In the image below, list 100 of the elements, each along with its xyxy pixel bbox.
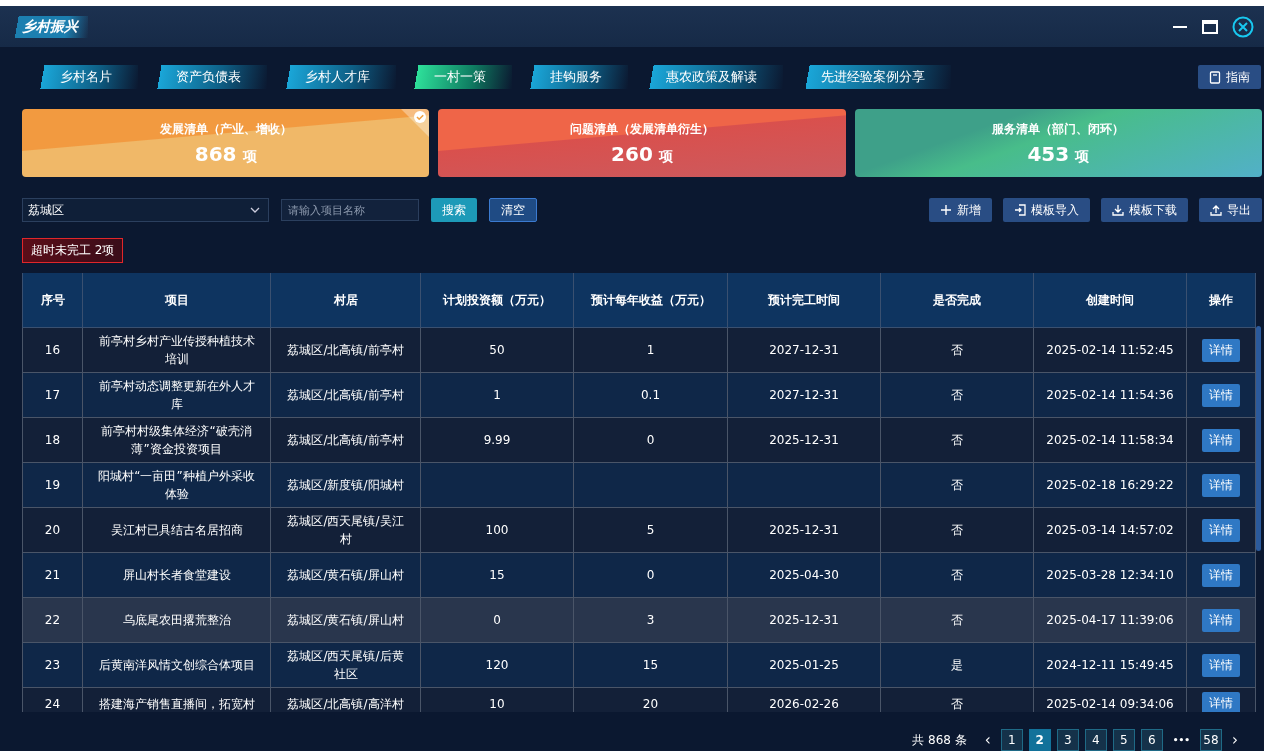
table-cell: 否	[880, 552, 1034, 598]
table-cell: 2025-01-25	[727, 642, 881, 688]
table-cell: 否	[880, 507, 1034, 553]
total-count: 共 868 条	[912, 731, 967, 749]
table-cell: 否	[880, 687, 1034, 712]
overdue-badge: 超时未完工 2项	[22, 238, 124, 263]
table-cell: 0.1	[573, 372, 728, 418]
column-header: 计划投资额（万元）	[420, 273, 574, 328]
table-cell: 否	[880, 372, 1034, 418]
table-cell: 2027-12-31	[727, 327, 881, 373]
card-unit: 项	[658, 147, 673, 166]
maximize-icon[interactable]	[1202, 18, 1218, 35]
details-button[interactable]: 详情	[1202, 518, 1240, 542]
table-cell: 否	[880, 327, 1034, 373]
clear-button[interactable]: 清空	[489, 198, 537, 222]
next-page-button[interactable]: ›	[1228, 731, 1242, 749]
book-icon	[1209, 70, 1221, 84]
guide-button[interactable]: 指南	[1198, 65, 1261, 89]
table-cell: 2025-02-14 09:34:06	[1033, 687, 1187, 712]
table-cell: 2025-12-31	[727, 507, 881, 553]
download-button[interactable]: 模板下载	[1101, 198, 1188, 222]
table-cell: 2025-02-14 11:54:36	[1033, 372, 1187, 418]
scrollbar[interactable]	[1256, 326, 1261, 551]
page-button[interactable]: 2	[1028, 729, 1051, 751]
table-cell: 120	[420, 642, 574, 688]
caret-icon	[250, 207, 260, 213]
search-button[interactable]: 搜索	[431, 198, 477, 222]
import-button[interactable]: 模板导入	[1003, 198, 1090, 222]
column-header: 项目	[82, 273, 271, 328]
table-cell: 2026-02-26	[727, 687, 881, 712]
search-field[interactable]: 请输入项目名称	[281, 199, 419, 221]
table-cell: 2025-12-31	[727, 597, 881, 643]
card-title: 发展清单（产业、增收）	[159, 120, 292, 138]
add-button[interactable]: 新增	[929, 198, 992, 222]
table-cell: 荔城区/北高镇/前亭村	[270, 327, 421, 373]
table-cell: 2025-04-17 11:39:06	[1033, 597, 1187, 643]
page-button[interactable]: 6	[1140, 729, 1163, 751]
column-header: 是否完成	[880, 273, 1034, 328]
column-header: 村居	[270, 273, 421, 328]
table-cell: 荔城区/黄石镇/屏山村	[270, 552, 421, 598]
card-unit: 项	[242, 147, 257, 166]
summary-card[interactable]: 问题清单（发展清单衍生） 260 项	[438, 109, 846, 177]
table-cell: 15	[573, 642, 728, 688]
table-cell: 荔城区/北高镇/高洋村	[270, 687, 421, 712]
table-cell: 2025-02-14 11:58:34	[1033, 417, 1187, 463]
details-button[interactable]: 详情	[1202, 428, 1240, 452]
table-cell: 搭建海产销售直播间，拓宽村	[82, 687, 271, 712]
table-cell: 2025-03-14 14:57:02	[1033, 507, 1187, 553]
window-title: 乡村振兴	[14, 15, 88, 38]
card-title: 问题清单（发展清单衍生）	[570, 120, 714, 138]
table-cell: 0	[573, 417, 728, 463]
ellipsis[interactable]: •••	[1168, 735, 1194, 745]
table-cell: 9.99	[420, 417, 574, 463]
table-cell: 24	[22, 687, 83, 712]
table-cell: 2025-03-28 12:34:10	[1033, 552, 1187, 598]
details-button[interactable]: 详情	[1202, 608, 1240, 632]
table-cell: 2025-02-14 11:52:45	[1033, 327, 1187, 373]
card-count: 260	[611, 141, 653, 166]
table-cell: 阳城村“一亩田”种植户外采收体验	[82, 462, 271, 508]
table-cell: 荔城区/新度镇/阳城村	[270, 462, 421, 508]
export-button[interactable]: 导出	[1199, 198, 1262, 222]
table-cell: 2025-04-30	[727, 552, 881, 598]
table-cell: 0	[420, 597, 574, 643]
table-cell: 1	[420, 372, 574, 418]
details-button[interactable]: 详情	[1202, 473, 1240, 497]
table-cell: 荔城区/西天尾镇/后黄社区	[270, 642, 421, 688]
details-button[interactable]: 详情	[1202, 692, 1240, 712]
table-cell: 2027-12-31	[727, 372, 881, 418]
page-button[interactable]: 58	[1200, 729, 1222, 751]
table-cell: 前亭村乡村产业传授种植技术培训	[82, 327, 271, 373]
column-header: 序号	[22, 273, 83, 328]
table-cell: 乌底尾农田撂荒整治	[82, 597, 271, 643]
table-cell: 19	[22, 462, 83, 508]
column-header: 预计完工时间	[727, 273, 881, 328]
table-cell: 16	[22, 327, 83, 373]
table-cell: 否	[880, 597, 1034, 643]
card-count: 453	[1027, 141, 1070, 166]
page-button[interactable]: 5	[1112, 729, 1135, 751]
close-icon[interactable]	[1232, 15, 1254, 38]
page-button[interactable]: 1	[1000, 729, 1023, 751]
details-button[interactable]: 详情	[1202, 653, 1240, 677]
previous-page-button[interactable]: ‹	[980, 731, 995, 749]
table-cell: 10	[420, 687, 574, 712]
details-button[interactable]: 详情	[1202, 338, 1240, 362]
table-cell: 是	[880, 642, 1034, 688]
table-cell: 21	[22, 552, 83, 598]
district-select[interactable]: 荔城区	[22, 198, 269, 222]
table-cell: 20	[22, 507, 83, 553]
page-button[interactable]: 3	[1056, 729, 1079, 751]
details-button[interactable]: 详情	[1202, 383, 1240, 407]
table-cell: 前亭村动态调整更新在外人才库	[82, 372, 271, 418]
table-cell: 0	[573, 552, 728, 598]
table-cell: 50	[420, 327, 574, 373]
column-header: 创建时间	[1033, 273, 1187, 328]
details-button[interactable]: 详情	[1202, 563, 1240, 587]
page-button[interactable]: 4	[1084, 729, 1107, 751]
table-cell: 荔城区/黄石镇/屏山村	[270, 597, 421, 643]
table-cell: 23	[22, 642, 83, 688]
upload-icon	[1210, 204, 1222, 216]
table-cell: 100	[420, 507, 574, 553]
